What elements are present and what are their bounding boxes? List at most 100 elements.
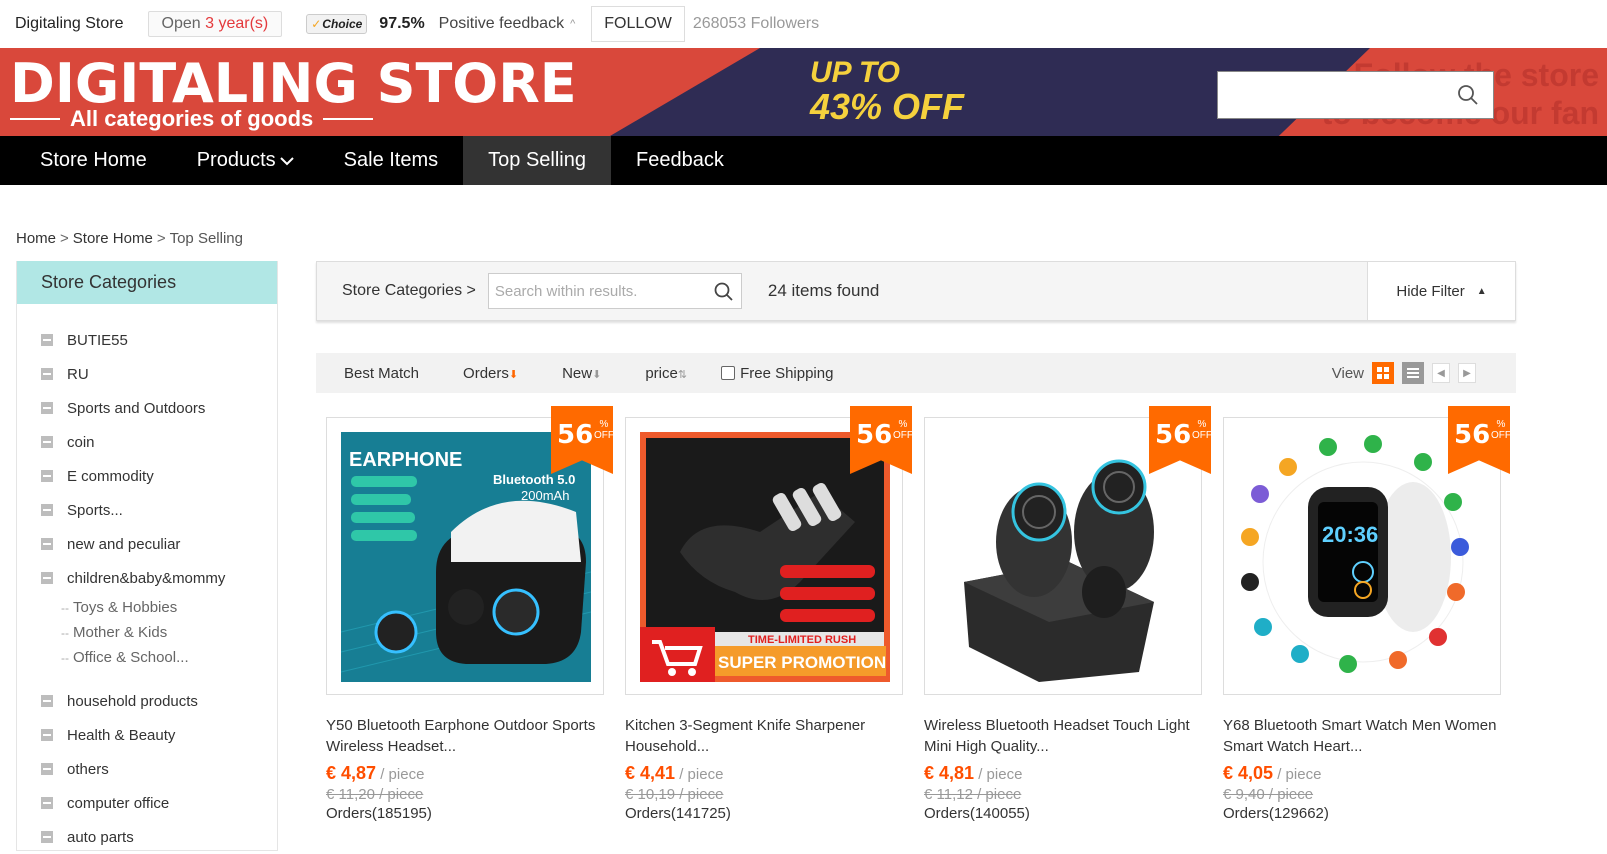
product-card[interactable]: TIME-LIMITED RUSH SUPER PROMOTION 56 % OF… — [625, 406, 912, 822]
banner-search-box[interactable] — [1217, 71, 1494, 119]
product-image[interactable]: 56 % OFF — [924, 406, 1211, 695]
category-item[interactable]: coin — [17, 425, 277, 459]
product-title[interactable]: Kitchen 3-Segment Knife Sharpener Househ… — [625, 715, 903, 757]
original-price: € 9,40 / piece — [1223, 786, 1314, 803]
subcategory-item[interactable]: -- Toys & Hobbies — [17, 595, 277, 620]
nav-store-home[interactable]: Store Home — [0, 136, 172, 185]
filter-categories-label[interactable]: Store Categories > — [342, 282, 476, 300]
product-card[interactable]: EARPHONE Bluetooth 5.0 200mAh 56 % OFF Y5… — [326, 406, 613, 822]
category-item[interactable]: Sports... — [17, 493, 277, 527]
free-shipping-filter[interactable]: Free Shipping — [721, 365, 833, 382]
breadcrumb-home[interactable]: Home — [16, 230, 56, 247]
prev-page-icon[interactable]: ◀ — [1432, 363, 1450, 383]
search-icon[interactable] — [1457, 84, 1479, 106]
original-price: € 10,19 / piece — [625, 786, 724, 803]
discount-value: 56 — [856, 420, 893, 450]
category-label: household products — [67, 692, 198, 710]
category-item[interactable]: E commodity — [17, 459, 277, 493]
product-title[interactable]: Y50 Bluetooth Earphone Outdoor Sports Wi… — [326, 715, 604, 757]
product-card[interactable]: 20:36 56 % OFF Y68 Bluetooth Smart Watch … — [1223, 406, 1510, 822]
product-image[interactable]: 20:36 56 % OFF — [1223, 406, 1510, 695]
category-item[interactable]: Sports and Outdoors — [17, 391, 277, 425]
list-view-icon[interactable] — [1402, 362, 1424, 384]
sort-orders[interactable]: Orders⬇ — [463, 365, 518, 382]
collapse-icon[interactable] — [41, 436, 53, 448]
collapse-icon[interactable] — [41, 763, 53, 775]
store-banner: DIGITALING STORE All categories of goods… — [0, 48, 1607, 136]
order-count: Orders(185195) — [326, 805, 432, 822]
follow-button[interactable]: FOLLOW — [591, 6, 685, 42]
hide-filter-button[interactable]: Hide Filter ▲ — [1367, 262, 1515, 320]
sort-bar: Best Match Orders⬇ New⬇ price⇅ Free Ship… — [316, 353, 1516, 393]
view-switcher: View ◀ ▶ — [1332, 353, 1476, 393]
collapse-icon[interactable] — [41, 538, 53, 550]
nav-sale-items[interactable]: Sale Items — [319, 136, 463, 185]
store-search-input[interactable] — [1218, 72, 1448, 116]
collapse-icon[interactable] — [41, 695, 53, 707]
sort-price[interactable]: price⇅ — [645, 365, 687, 382]
subcategory-item[interactable]: -- Mother & Kids — [17, 620, 277, 645]
category-item[interactable]: RU — [17, 357, 277, 391]
product-title[interactable]: Y68 Bluetooth Smart Watch Men Women Smar… — [1223, 715, 1501, 757]
arrow-down-icon: ⬇ — [508, 368, 519, 381]
search-icon[interactable] — [714, 282, 734, 302]
collapse-icon[interactable] — [41, 504, 53, 516]
free-shipping-checkbox[interactable] — [721, 366, 736, 380]
collapse-icon[interactable] — [41, 402, 53, 414]
subcategory-item[interactable]: -- Office & School... — [17, 645, 277, 670]
price-unit: / piece — [675, 766, 724, 783]
banner-subtitle-text: All categories of goods — [70, 106, 314, 131]
category-item[interactable]: computer office — [17, 786, 277, 820]
product-image[interactable]: EARPHONE Bluetooth 5.0 200mAh 56 % OFF — [326, 406, 613, 695]
category-item[interactable]: BUTIE55 — [17, 323, 277, 357]
promo-line-2: 43% OFF — [810, 86, 965, 127]
subcategory-label: Office & School... — [73, 649, 189, 666]
product-image[interactable]: TIME-LIMITED RUSH SUPER PROMOTION 56 % OF… — [625, 406, 912, 695]
sort-new[interactable]: New⬇ — [562, 365, 601, 382]
product-card[interactable]: 56 % OFF Wireless Bluetooth Headset Touch… — [924, 406, 1211, 822]
store-name[interactable]: Digitaling Store — [15, 15, 124, 33]
hide-filter-label: Hide Filter — [1396, 282, 1465, 300]
positive-feedback-label[interactable]: Positive feedback — [439, 15, 564, 33]
results-search-box[interactable] — [487, 273, 742, 309]
nav-products[interactable]: Products — [172, 136, 319, 185]
category-label: others — [67, 760, 109, 778]
discount-off: OFF — [893, 430, 913, 441]
category-label: auto parts — [67, 828, 134, 846]
original-price: € 11,20 / piece — [326, 786, 424, 803]
category-item[interactable]: children&baby&mommy — [17, 561, 277, 595]
results-search-input[interactable] — [488, 274, 699, 308]
product-title[interactable]: Wireless Bluetooth Headset Touch Light M… — [924, 715, 1202, 757]
price-unit: / piece — [1273, 766, 1322, 783]
category-list: BUTIE55 RU Sports and Outdoors coin E co… — [17, 304, 277, 854]
category-item[interactable]: new and peculiar — [17, 527, 277, 561]
category-item[interactable]: household products — [17, 684, 277, 718]
collapse-icon[interactable] — [41, 831, 53, 843]
discount-value: 56 — [557, 420, 594, 450]
followers-count: 268053 Followers — [692, 15, 820, 32]
category-label: E commodity — [67, 467, 154, 485]
discount-off: OFF — [594, 430, 614, 441]
discount-percent: % — [1197, 419, 1207, 430]
collapse-icon[interactable] — [41, 572, 53, 584]
collapse-icon[interactable] — [41, 797, 53, 809]
promo-line-1: UP TO — [810, 56, 901, 89]
grid-view-icon[interactable] — [1372, 362, 1394, 384]
product-price: € 4,81 / piece — [924, 763, 1202, 784]
next-page-icon[interactable]: ▶ — [1458, 363, 1476, 383]
chevron-up-icon[interactable]: ^ — [570, 18, 575, 30]
breadcrumb: Home > Store Home > Top Selling — [16, 230, 243, 247]
product-price: € 4,05 / piece — [1223, 763, 1501, 784]
category-item[interactable]: others — [17, 752, 277, 786]
sort-best-match[interactable]: Best Match — [344, 365, 419, 382]
original-price: € 11,12 / piece — [924, 786, 1022, 803]
breadcrumb-store-home[interactable]: Store Home — [73, 230, 153, 247]
collapse-icon[interactable] — [41, 334, 53, 346]
collapse-icon[interactable] — [41, 470, 53, 482]
category-item[interactable]: Health & Beauty — [17, 718, 277, 752]
nav-feedback[interactable]: Feedback — [611, 136, 749, 185]
nav-top-selling[interactable]: Top Selling — [463, 136, 611, 185]
collapse-icon[interactable] — [41, 729, 53, 741]
collapse-icon[interactable] — [41, 368, 53, 380]
category-item[interactable]: auto parts — [17, 820, 277, 854]
